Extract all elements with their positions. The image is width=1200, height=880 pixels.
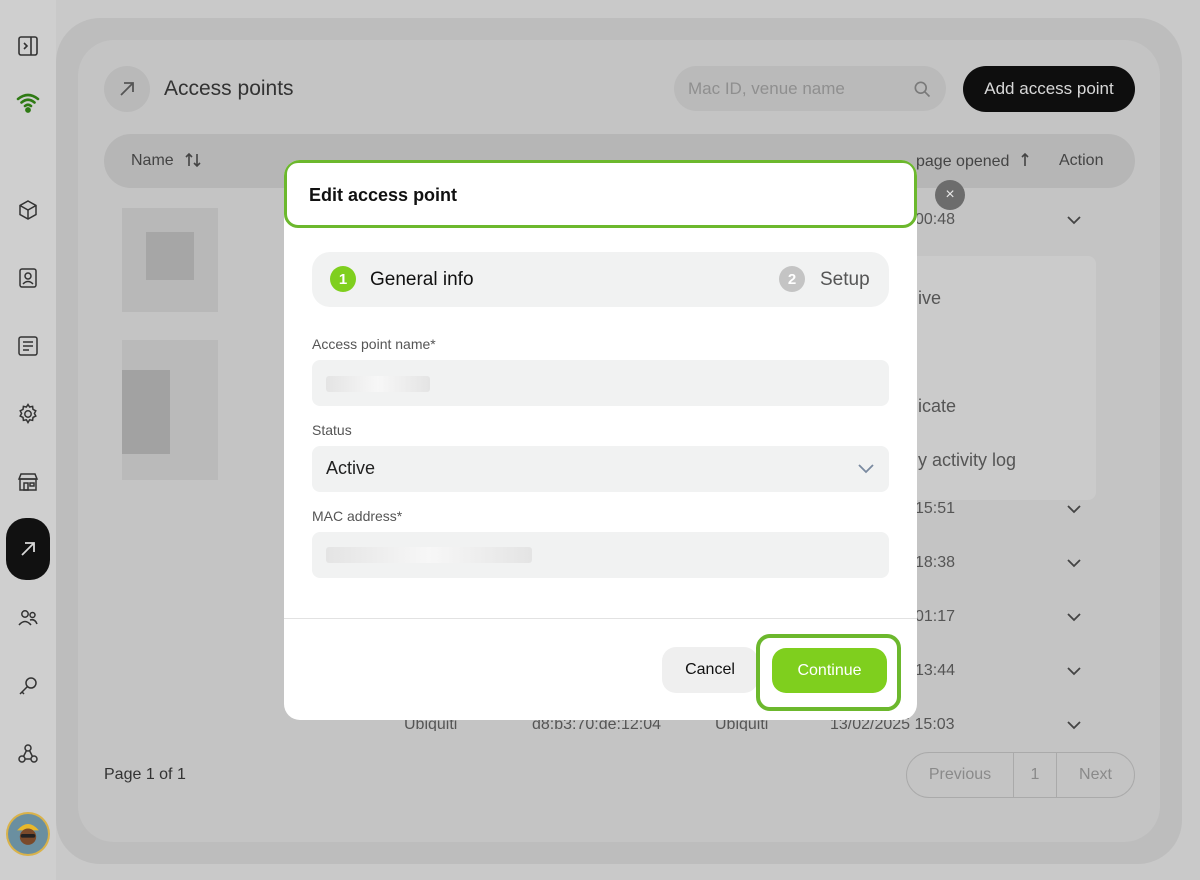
access-point-name-field[interactable] (312, 360, 889, 406)
pagination: Previous 1 Next (906, 752, 1135, 798)
continue-button-highlight: Continue (756, 634, 901, 711)
close-icon[interactable]: × (935, 180, 965, 210)
user-avatar-icon (8, 814, 48, 854)
dialog-title: Edit access point (309, 185, 458, 205)
chevron-down-icon[interactable] (857, 463, 875, 475)
chevron-down-icon[interactable] (1066, 720, 1082, 730)
status-select[interactable]: Active (312, 446, 889, 492)
webhook-icon[interactable] (8, 734, 48, 774)
step-number-1: 1 (330, 266, 356, 292)
status-label: Status (312, 422, 352, 438)
stepper: 1 General info 2 Setup (312, 252, 889, 307)
avatar[interactable] (6, 812, 50, 856)
continue-button[interactable]: Continue (772, 648, 887, 693)
step-label-setup[interactable]: Setup (820, 269, 870, 291)
access-point-name-label: Access point name* (312, 336, 436, 352)
page-number-button[interactable]: 1 (1013, 753, 1057, 797)
status-value: Active (326, 458, 376, 478)
cancel-button[interactable]: Cancel (662, 647, 758, 693)
redacted-value (326, 547, 532, 563)
dialog-header: Edit access point (284, 160, 917, 228)
edit-access-point-dialog: Edit access point 1 General info 2 Setup… (284, 160, 917, 720)
redacted-value (326, 376, 430, 392)
step-number-2: 2 (779, 266, 805, 292)
dialog-divider (284, 618, 917, 619)
next-button[interactable]: Next (1057, 753, 1134, 797)
page-indicator: Page 1 of 1 (104, 766, 186, 783)
step-label-general-info[interactable]: General info (370, 269, 474, 291)
mac-address-field[interactable] (312, 532, 889, 578)
mac-address-label: MAC address* (312, 508, 403, 524)
previous-button[interactable]: Previous (907, 753, 1013, 797)
